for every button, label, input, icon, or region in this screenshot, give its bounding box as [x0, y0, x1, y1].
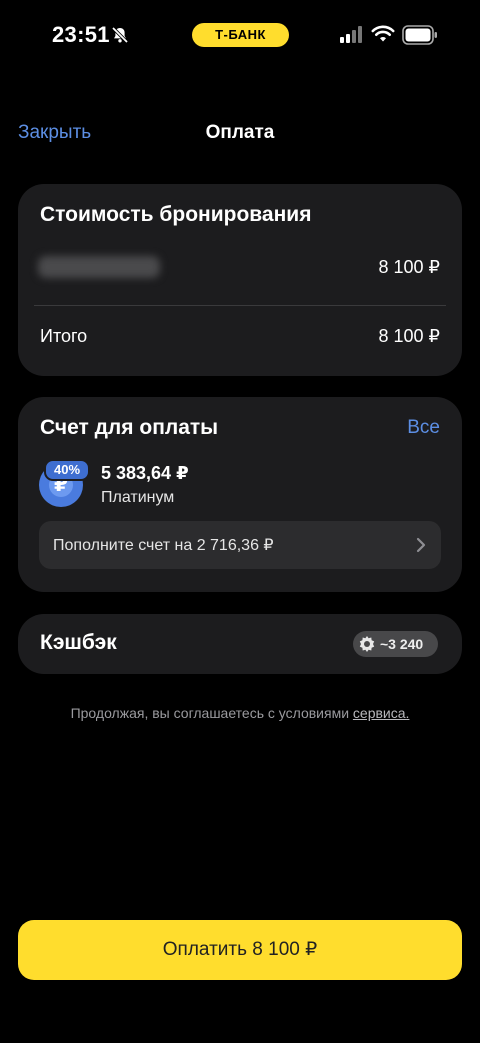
topup-account-button[interactable]: Пополните счет на 2 716,36 ₽: [39, 521, 441, 569]
status-bar: 23:51 Т-БАНК: [0, 0, 480, 70]
booking-title: Стоимость бронирования: [40, 203, 312, 226]
all-accounts-button[interactable]: Все: [407, 417, 440, 439]
account-balance: 5 383,64 ₽: [101, 463, 189, 483]
booking-item-amount: 8 100 ₽: [378, 257, 441, 277]
wifi-icon: [371, 25, 395, 42]
cashback-card[interactable]: Кэшбэк ~3 240: [18, 614, 462, 674]
signal-icon: [340, 26, 362, 43]
topup-text: Пополните счет на 2 716,36 ₽: [53, 537, 274, 554]
status-time: 23:51: [52, 22, 110, 47]
account-title: Счет для оплаты: [40, 416, 219, 439]
divider: [34, 305, 446, 306]
pay-button[interactable]: Оплатить 8 100 ₽: [18, 920, 462, 980]
terms-link[interactable]: сервиса.: [353, 705, 410, 721]
cashback-percent-badge: 40%: [44, 459, 90, 481]
bank-pill[interactable]: Т-БАНК: [192, 23, 289, 47]
cashback-badge-icon: [359, 636, 375, 652]
total-amount: 8 100 ₽: [378, 326, 441, 346]
bell-slash-icon: [111, 26, 129, 44]
terms-prefix: Продолжая, вы соглашаетесь с условиями: [70, 705, 353, 721]
blurred-item-label: [38, 256, 160, 278]
account-name: Платинум: [101, 489, 175, 506]
payment-account-card: Счет для оплаты Все ₽ 40% 5 383,64 ₽ Пла…: [18, 397, 462, 592]
cashback-pill: ~3 240: [353, 631, 438, 657]
booking-cost-card: Стоимость бронирования 8 100 ₽ Итого 8 1…: [18, 184, 462, 376]
cashback-label: Кэшбэк: [40, 631, 117, 654]
chevron-right-icon: [416, 537, 426, 553]
total-label: Итого: [40, 326, 88, 346]
battery-icon: [402, 25, 437, 45]
terms-text: Продолжая, вы соглашаетесь с условиями с…: [0, 705, 480, 721]
close-button[interactable]: Закрыть: [18, 122, 91, 144]
cashback-value: ~3 240: [380, 636, 424, 652]
